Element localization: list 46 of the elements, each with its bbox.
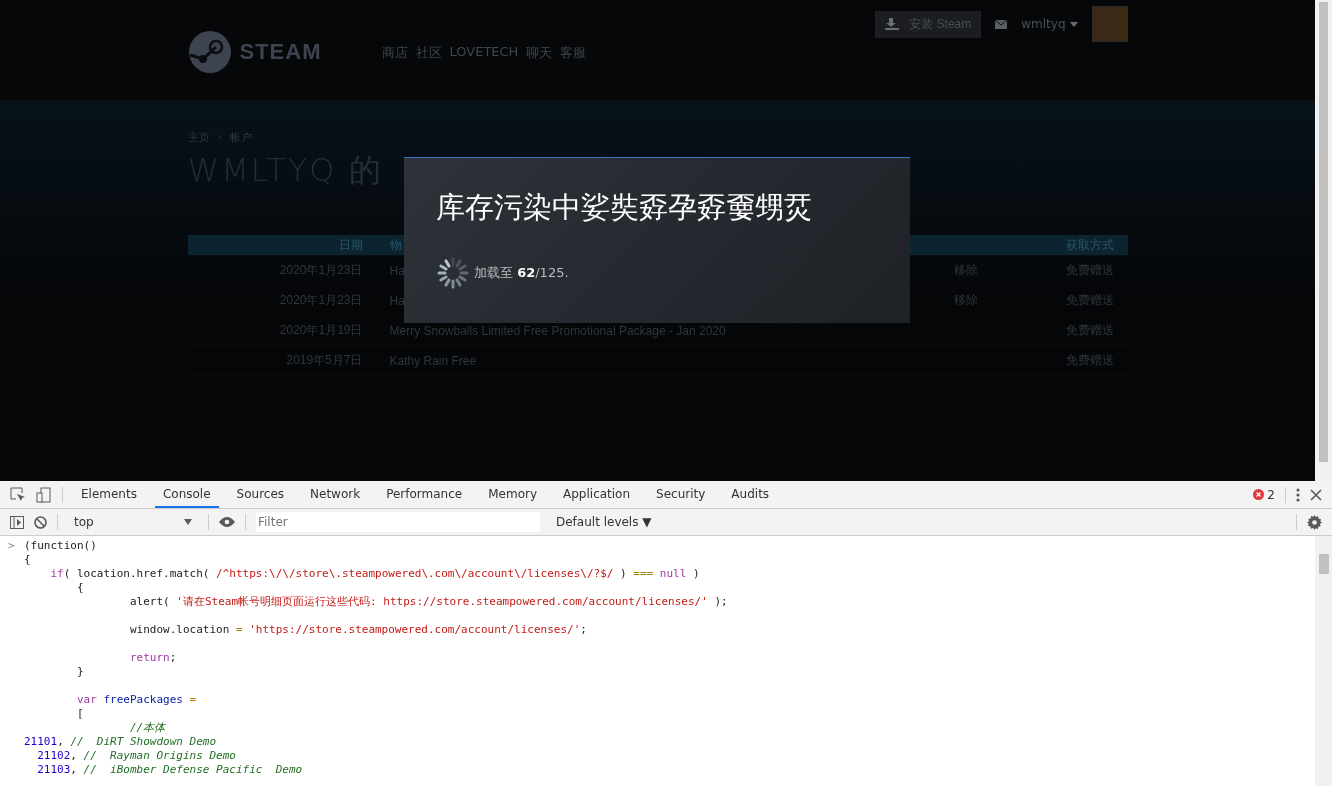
code-line: 21102, // Rayman Origins Demo	[36, 749, 236, 763]
caret-icon	[1069, 21, 1078, 27]
eye-icon[interactable]	[219, 517, 235, 527]
download-icon	[885, 18, 900, 30]
code-line: [	[75, 707, 84, 721]
filter-field[interactable]: Filter	[256, 512, 540, 532]
context-dropdown[interactable]: top	[68, 514, 198, 530]
dialog-title: 库存污染中娑奘孬孕孬嫑甥烎	[436, 189, 814, 226]
envelope-icon[interactable]	[995, 19, 1008, 29]
devtools-tab[interactable]: Network	[302, 481, 369, 508]
code-line: if( location.href.match( /^https:\/\/store\.steampowered\.com\/account\/licenses\/?$/ ) === null )	[49, 567, 700, 581]
close-icon[interactable]	[1310, 488, 1322, 501]
log-levels-dropdown[interactable]: Default levels ▼	[550, 514, 658, 530]
devtools-tab[interactable]: Performance	[378, 481, 471, 508]
sidebar-toggle-icon[interactable]	[10, 515, 24, 529]
code-line: alert( '请在Steam帐号明细页面运行这些代码: https://store.steampowered.com/account/licenses/' );	[128, 595, 728, 609]
code-line: window.location = 'https://store.steampowered.com/account/licenses/';	[128, 623, 587, 637]
progress-text: 加载至 62/125.	[474, 264, 569, 282]
settings-icon[interactable]	[1307, 514, 1322, 530]
device-toolbar-icon[interactable]	[36, 486, 52, 503]
devtools-tab[interactable]: Security	[648, 481, 714, 508]
page-scrollbar[interactable]	[1315, 0, 1332, 481]
devtools-tab[interactable]: Elements	[73, 481, 145, 508]
dropdown-arrow-icon	[184, 519, 192, 525]
code-line: {	[24, 553, 31, 567]
more-options-icon[interactable]	[1296, 487, 1300, 502]
devtools-tab[interactable]: Application	[555, 481, 639, 508]
code-line: 21103, // iBomber Defense Pacific Demo	[36, 763, 303, 777]
devtools-tab[interactable]: Sources	[228, 481, 293, 508]
devtools-tab[interactable]: Memory	[480, 481, 545, 508]
code-line: (function()	[24, 539, 97, 553]
prompt-marker: >	[8, 539, 15, 553]
code-line: return;	[128, 651, 177, 665]
code-line: }	[75, 665, 84, 679]
inspect-icon[interactable]	[10, 486, 26, 503]
breadcrumb-separator: ›	[217, 130, 222, 145]
clear-console-icon[interactable]	[34, 515, 47, 529]
loading-spinner-icon	[436, 256, 470, 290]
code-line: 21101, // DiRT Showdown Demo	[24, 735, 217, 749]
code-line: var freePackages =	[75, 693, 197, 707]
code-line: {	[75, 581, 84, 595]
error-counter[interactable]: 2	[1253, 487, 1275, 502]
error-icon	[1253, 489, 1265, 500]
console-scrollbar[interactable]	[1315, 536, 1332, 786]
code-line: //本体	[128, 721, 166, 735]
devtools-tab[interactable]: Audits	[723, 481, 778, 508]
